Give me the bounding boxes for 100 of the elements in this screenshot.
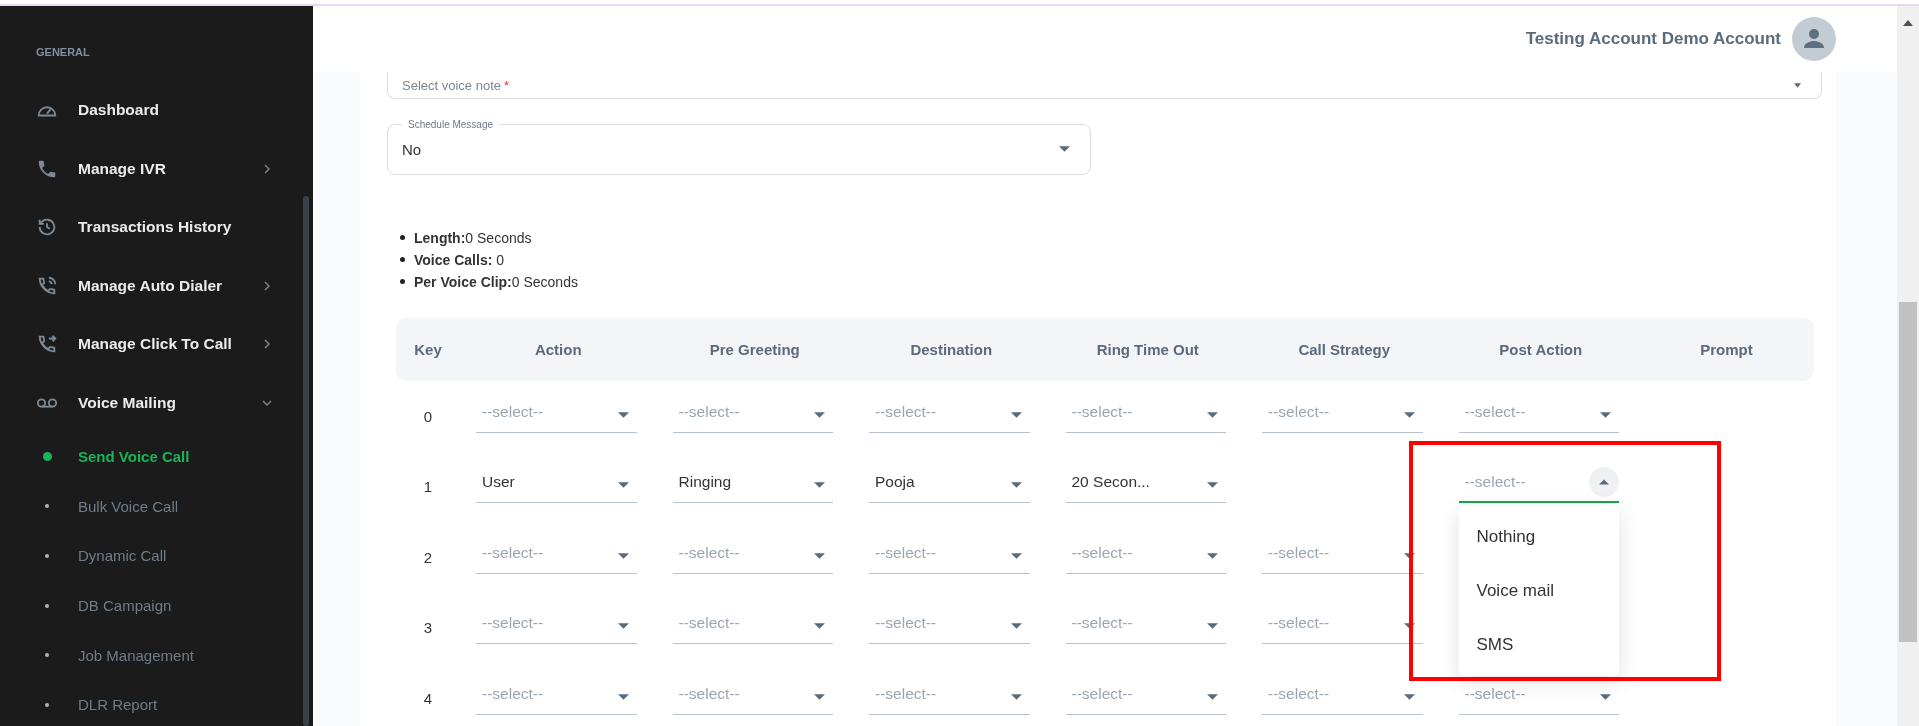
select-field[interactable]: --select-- xyxy=(672,603,833,644)
caret-down-icon xyxy=(1794,82,1801,88)
submenu-item[interactable]: DLR Report xyxy=(0,679,313,726)
submenu-item[interactable]: Dynamic Call xyxy=(0,531,313,581)
caret-down-icon xyxy=(1059,146,1070,152)
select-field[interactable]: --select-- xyxy=(869,603,1030,644)
submenu-item[interactable]: Job Management xyxy=(0,630,313,680)
select-field[interactable]: --select-- xyxy=(1458,462,1619,503)
sidebar-item[interactable]: Manage Auto Dialer xyxy=(0,256,313,315)
select-field[interactable]: --select-- xyxy=(1262,673,1423,715)
select-field[interactable]: --select-- xyxy=(1065,532,1226,574)
bullet-icon xyxy=(45,504,49,509)
select-field[interactable]: --select-- xyxy=(869,532,1030,574)
caret-down-icon xyxy=(617,411,629,418)
select-field[interactable]: --select-- xyxy=(869,673,1030,715)
schedule-select[interactable]: Schedule Message No xyxy=(387,119,1091,175)
select-field[interactable]: --select-- xyxy=(1065,391,1226,433)
sidebar-scrollbar[interactable] xyxy=(303,196,309,726)
select-field[interactable]: --select-- xyxy=(1065,673,1226,715)
caret-down-icon xyxy=(1403,552,1415,559)
column-header: Pre Greeting xyxy=(708,341,801,358)
bullet-icon xyxy=(45,603,49,608)
dropdown-option[interactable]: Voice mail xyxy=(1458,564,1619,618)
scrollbar[interactable] xyxy=(1897,6,1919,726)
select-field[interactable]: --select-- xyxy=(1458,391,1619,433)
caret-down-icon xyxy=(1010,693,1022,700)
column-header: Post Action xyxy=(1498,341,1584,358)
caret-down-icon xyxy=(1403,411,1415,418)
voice-note-select[interactable]: Select voice note * xyxy=(387,72,1822,99)
select-field[interactable]: User xyxy=(476,462,637,503)
column-header: Action xyxy=(533,341,583,358)
select-field[interactable]: --select-- xyxy=(476,673,637,715)
select-field[interactable]: --select-- xyxy=(672,673,833,715)
sidebar-item[interactable]: Transactions History xyxy=(0,198,313,257)
caret-down-icon xyxy=(1207,693,1218,700)
column-header: Prompt xyxy=(1699,341,1754,358)
column-header: Ring Time Out xyxy=(1095,341,1200,358)
select-field[interactable]: Pooja xyxy=(869,462,1030,503)
dropdown-option[interactable]: SMS xyxy=(1458,618,1619,672)
caret-down-icon xyxy=(1010,411,1022,418)
row-key: 0 xyxy=(396,407,460,425)
column-header: Key xyxy=(413,341,443,358)
column-header: Call Strategy xyxy=(1297,341,1392,358)
select-field[interactable]: --select-- xyxy=(1262,391,1423,433)
select-field[interactable]: --select-- xyxy=(672,532,833,574)
row-key: 1 xyxy=(396,478,460,496)
sidebar-item[interactable]: Dashboard xyxy=(0,81,313,140)
account-name: Testing Account Demo Account xyxy=(1525,29,1781,49)
select-field[interactable]: --select-- xyxy=(1262,532,1423,574)
sidebar-item[interactable]: Manage Click To Call xyxy=(0,315,313,374)
sidebar-item[interactable]: Manage IVR xyxy=(0,139,313,198)
caret-down-icon xyxy=(814,623,825,629)
caret-down-icon xyxy=(1403,693,1415,700)
arrow-up-icon[interactable] xyxy=(1903,20,1913,26)
caret-down-icon xyxy=(1010,482,1022,488)
caret-down-icon xyxy=(617,482,629,488)
caret-down-icon xyxy=(1207,482,1218,488)
caret-down-icon xyxy=(617,623,629,629)
row-key: 2 xyxy=(396,548,460,566)
section-label: GENERAL xyxy=(35,46,91,58)
caret-down-icon xyxy=(1010,623,1022,629)
bullet-icon xyxy=(400,279,405,284)
bullet-icon xyxy=(45,554,49,558)
select-field[interactable]: --select-- xyxy=(869,391,1030,433)
summary-text: Voice Calls: 0 xyxy=(414,251,504,268)
sidebar-item[interactable]: Voice Mailing xyxy=(0,373,313,432)
select-field[interactable]: --select-- xyxy=(672,391,833,433)
select-field[interactable]: --select-- xyxy=(476,603,637,644)
scrollbar-thumb[interactable] xyxy=(1899,302,1917,642)
voice-note-placeholder: Select voice note * xyxy=(402,77,510,93)
submenu-item[interactable]: DB Campaign xyxy=(0,580,313,631)
select-field[interactable]: --select-- xyxy=(1458,673,1619,715)
dropdown-option[interactable]: Nothing xyxy=(1458,510,1619,564)
row-key: 4 xyxy=(396,689,460,707)
caret-down-icon xyxy=(1600,411,1611,418)
caret-down-icon xyxy=(1207,411,1218,418)
caret-down-icon xyxy=(617,693,629,700)
bullet-icon xyxy=(43,452,52,462)
caret-down-icon xyxy=(814,693,825,700)
caret-down-icon xyxy=(617,552,629,559)
caret-down-icon xyxy=(1403,623,1415,629)
select-field[interactable]: --select-- xyxy=(476,391,637,433)
caret-down-icon xyxy=(1207,623,1218,629)
caret-down-icon xyxy=(814,411,825,418)
caret-up-icon xyxy=(1589,466,1619,497)
submenu-item[interactable]: Send Voice Call xyxy=(0,432,313,482)
bullet-icon xyxy=(45,653,49,658)
row-key: 3 xyxy=(396,619,460,637)
caret-down-icon xyxy=(1600,693,1611,700)
select-field[interactable]: --select-- xyxy=(1065,603,1226,644)
summary-text: Length:0 Seconds xyxy=(414,229,532,246)
submenu-item[interactable]: Bulk Voice Call xyxy=(0,481,313,532)
select-field[interactable]: --select-- xyxy=(476,532,637,574)
avatar-icon[interactable] xyxy=(1792,17,1836,61)
select-field[interactable]: --select-- xyxy=(1262,603,1423,644)
caret-down-icon xyxy=(1010,552,1022,559)
column-header: Destination xyxy=(909,341,994,358)
select-field[interactable]: 20 Secon... xyxy=(1065,462,1226,503)
caret-down-icon xyxy=(1207,552,1218,559)
select-field[interactable]: Ringing xyxy=(672,462,833,503)
